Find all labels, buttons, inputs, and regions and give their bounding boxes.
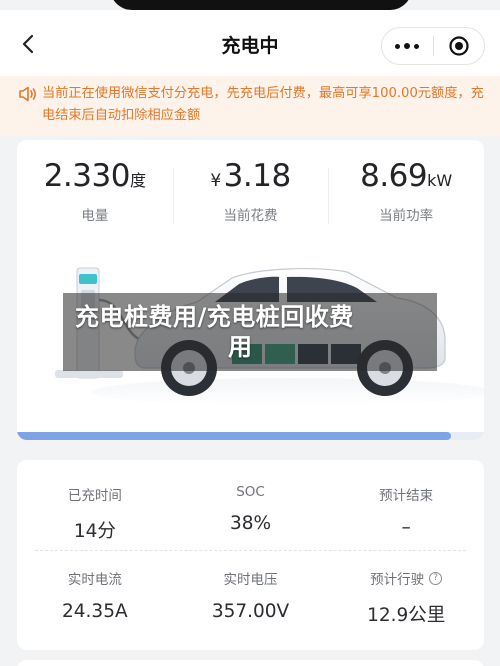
- more-dots-icon-center: [404, 43, 411, 49]
- elapsed-time-value: 14分: [73, 521, 116, 542]
- elapsed-time-label: 已充时间: [67, 488, 122, 504]
- voltage-cell: 实时电压 357.00V: [173, 568, 329, 627]
- power-label: 当前功率: [379, 208, 434, 224]
- cost-label: 当前花费: [223, 208, 278, 224]
- estimated-end-label: 预计结束: [379, 488, 434, 504]
- energy-number: 2.330: [43, 158, 131, 194]
- summary-stats: 2.330度 电量 ¥3.18 当前花费 8.69kW 当前功率: [17, 158, 484, 228]
- cost-value: ¥3.18: [173, 158, 329, 194]
- charging-details-card: 已充时间 14分 SOC 38% 预计结束 – 实时电流 24.35A 实时电压…: [17, 460, 484, 650]
- energy-stat: 2.330度 电量: [17, 158, 173, 228]
- details-row-2: 实时电流 24.35A 实时电压 357.00V 预计行驶 ? 12.9公里: [17, 568, 484, 627]
- estimated-end-value: –: [401, 517, 411, 538]
- close-button[interactable]: [433, 28, 484, 64]
- payment-notice: 当前正在使用微信支付分充电，先充电后付费，最高可享100.00元额度，充电结束后…: [0, 76, 500, 136]
- notice-text: 当前正在使用微信支付分充电，先充电后付费，最高可享100.00元额度，充电结束后…: [42, 86, 484, 123]
- more-dots-icon-end: [414, 43, 420, 49]
- phone-notch: [110, 0, 412, 10]
- current-value: 24.35A: [62, 601, 128, 622]
- details-row-1: 已充时间 14分 SOC 38% 预计结束 –: [17, 484, 484, 543]
- charge-progress-fill: [17, 432, 452, 440]
- nav-bar: 充电中: [0, 10, 500, 76]
- current-label: 实时电流: [67, 572, 122, 588]
- soc-value: 38%: [229, 513, 272, 534]
- next-card-edge: [17, 660, 484, 666]
- estimated-range-cell: 预计行驶 ? 12.9公里: [328, 568, 484, 627]
- voltage-label: 实时电压: [223, 572, 278, 588]
- power-value: 8.69kW: [328, 158, 484, 194]
- target-circle-icon: [449, 36, 469, 56]
- more-button[interactable]: [382, 28, 433, 64]
- estimated-range-label: 预计行驶: [370, 572, 425, 588]
- question-circle-icon[interactable]: ?: [429, 571, 443, 585]
- power-stat: 8.69kW 当前功率: [328, 158, 484, 228]
- estimated-range-value: 12.9公里: [367, 605, 446, 626]
- energy-unit: 度: [129, 171, 146, 190]
- watermark-title: 充电桩费用/充电桩回收费 用: [63, 293, 437, 371]
- estimated-range-label-row: 预计行驶 ?: [328, 568, 484, 588]
- energy-label: 电量: [81, 208, 109, 224]
- details-divider: [35, 550, 466, 551]
- estimated-end-cell: 预计结束 –: [328, 484, 484, 543]
- watermark-line-2: 用: [228, 333, 253, 361]
- soc-cell: SOC 38%: [173, 484, 329, 543]
- mini-program-capsule: [381, 27, 485, 65]
- cost-stat: ¥3.18 当前花费: [172, 158, 329, 228]
- cost-number: 3.18: [223, 158, 292, 194]
- current-cell: 实时电流 24.35A: [17, 568, 173, 627]
- speaker-icon: [19, 86, 37, 102]
- soc-label: SOC: [236, 484, 265, 500]
- currency-symbol: ¥: [210, 171, 221, 191]
- charge-progress-bar: [17, 432, 484, 440]
- notice-icon-wrap: [18, 83, 42, 136]
- voltage-value: 357.00V: [211, 601, 290, 622]
- more-dots-icon: [395, 43, 401, 49]
- power-number: 8.69: [360, 158, 428, 194]
- power-unit: kW: [427, 171, 453, 190]
- charging-summary-card: 2.330度 电量 ¥3.18 当前花费 8.69kW 当前功率: [17, 140, 484, 440]
- elapsed-time-cell: 已充时间 14分: [17, 484, 173, 543]
- watermark-line-1: 充电桩费用/充电桩回收费: [75, 303, 354, 331]
- energy-value: 2.330度: [17, 158, 173, 194]
